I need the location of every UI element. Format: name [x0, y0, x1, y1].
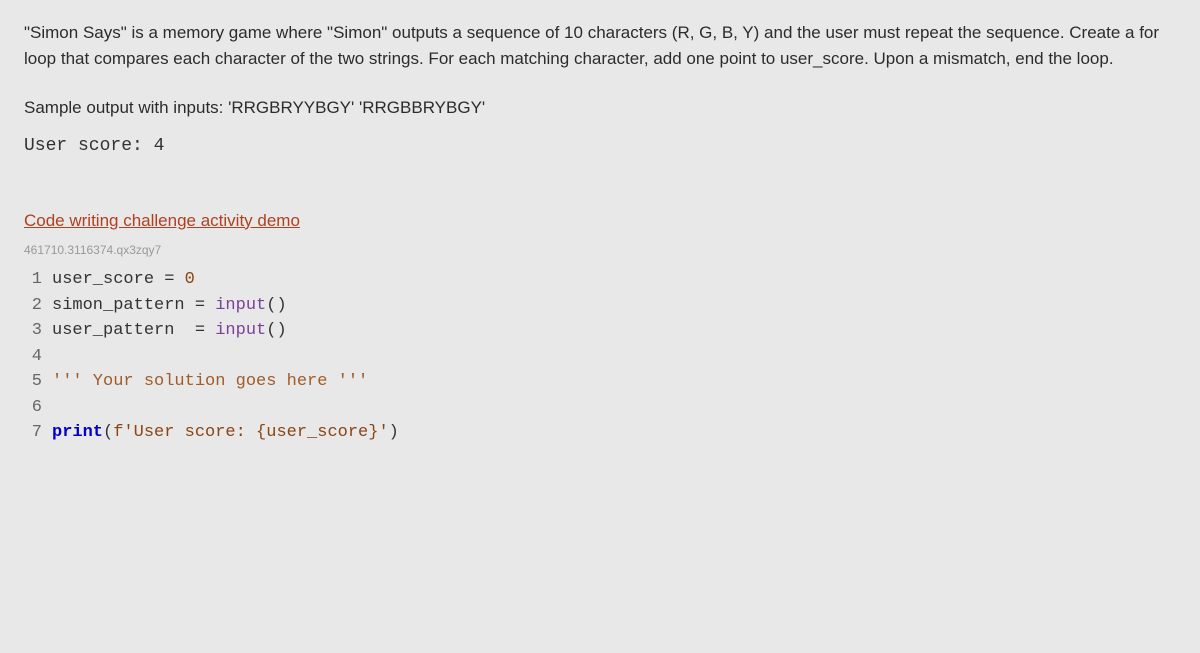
code-line: 1 user_score = 0 — [24, 267, 1176, 293]
line-number: 7 — [24, 420, 52, 446]
line-content: user_pattern = input() — [52, 318, 1176, 344]
line-number: 1 — [24, 267, 52, 293]
code-line: 6 — [24, 395, 1176, 421]
code-line: 7 print(f'User score: {user_score}') — [24, 420, 1176, 446]
line-number: 6 — [24, 395, 52, 421]
sample-output: User score: 4 — [24, 133, 1176, 160]
code-line: 3 user_pattern = input() — [24, 318, 1176, 344]
code-editor[interactable]: 1 user_score = 0 2 simon_pattern = input… — [24, 267, 1176, 446]
code-line: 2 simon_pattern = input() — [24, 293, 1176, 319]
line-content: simon_pattern = input() — [52, 293, 1176, 319]
line-content: print(f'User score: {user_score}') — [52, 420, 1176, 446]
line-content: ''' Your solution goes here ''' — [52, 369, 1176, 395]
code-line: 5 ''' Your solution goes here ''' — [24, 369, 1176, 395]
line-number: 3 — [24, 318, 52, 344]
code-line: 4 — [24, 344, 1176, 370]
sample-output-label: Sample output with inputs: 'RRGBRYYBGY' … — [24, 95, 1176, 121]
line-number: 4 — [24, 344, 52, 370]
activity-id: 461710.3116374.qx3zqy7 — [24, 241, 1176, 259]
line-content: user_score = 0 — [52, 267, 1176, 293]
demo-link[interactable]: Code writing challenge activity demo — [24, 208, 300, 234]
problem-description: "Simon Says" is a memory game where "Sim… — [24, 20, 1176, 71]
line-number: 5 — [24, 369, 52, 395]
line-number: 2 — [24, 293, 52, 319]
